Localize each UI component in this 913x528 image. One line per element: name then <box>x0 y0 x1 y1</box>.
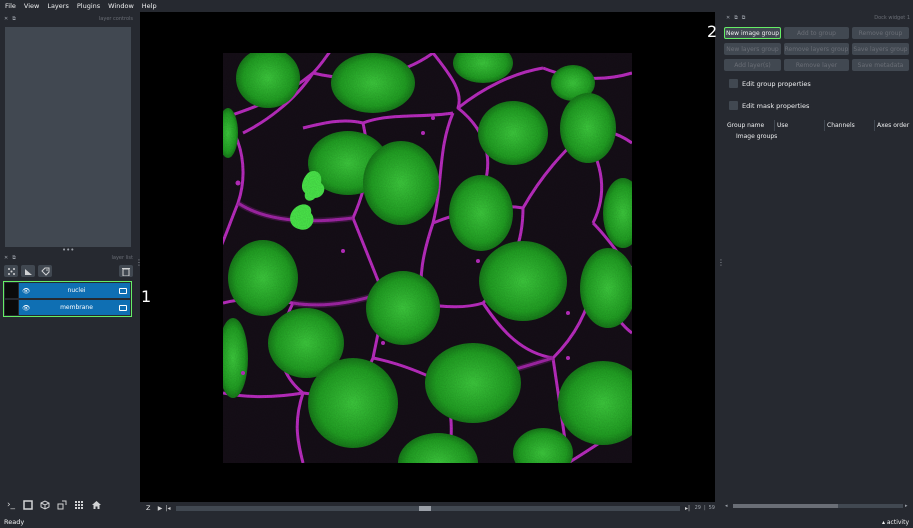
viewer-canvas[interactable] <box>140 12 715 502</box>
annotation-number-2: 2 <box>707 22 718 41</box>
eye-icon[interactable]: 👁 <box>22 304 34 312</box>
column-header-channels[interactable]: Channels <box>825 120 875 131</box>
scroll-left-icon[interactable]: ◂ <box>725 503 731 509</box>
layer-thumbnail <box>5 283 19 298</box>
edit-group-properties-label: Edit group properties <box>742 79 811 88</box>
scroll-right-icon[interactable]: ▸ <box>905 503 911 509</box>
annotation-number-1: 1 <box>141 287 152 306</box>
close-icon[interactable]: ✕ <box>4 255 8 261</box>
menu-help[interactable]: Help <box>142 2 157 10</box>
save-layers-group-button[interactable]: Save layers group <box>852 43 909 55</box>
image-layer-icon <box>119 304 127 311</box>
table-horizontal-scrollbar[interactable]: ◂ ▸ <box>725 503 911 509</box>
group-table-header: Group name Use Channels Axes order <box>725 120 911 131</box>
activity-button[interactable]: ▴ activity <box>882 519 909 526</box>
layer-list: 👁 nuclei 👁 membrane <box>3 281 132 317</box>
step-forward-button[interactable]: ▸| <box>684 505 692 512</box>
activity-label: activity <box>886 518 909 526</box>
layer-controls-title-bar: ✕ ⧉ layer controls <box>0 14 137 23</box>
new-shapes-layer-button[interactable] <box>21 265 35 277</box>
add-layers-button[interactable]: Add layer(s) <box>724 59 781 71</box>
scrollbar-thumb[interactable] <box>733 504 838 508</box>
save-metadata-button[interactable]: Save metadata <box>852 59 909 71</box>
menu-view[interactable]: View <box>24 2 39 10</box>
right-dock: ✕ ⧉ ⧉ Dock widget 1 New image group Add … <box>723 12 913 516</box>
points-icon <box>7 267 15 275</box>
dims-slider[interactable] <box>176 505 680 511</box>
remove-layer-button[interactable]: Remove layer <box>784 59 849 71</box>
transpose-icon <box>57 500 67 510</box>
layer-controls-title: layer controls <box>98 15 133 22</box>
new-image-group-button[interactable]: New image group <box>724 27 781 39</box>
grid-icon <box>75 501 83 509</box>
layer-list-title-bar: ✕ ⧉ layer list <box>0 253 137 262</box>
step-back-button[interactable]: |◂ <box>164 505 172 512</box>
new-layers-group-button[interactable]: New layers group <box>724 43 781 55</box>
float-icon[interactable]: ⧉ <box>734 15 738 21</box>
menu-bar: File View Layers Plugins Window Help <box>0 0 913 12</box>
console-button[interactable]: ›_ <box>4 498 18 512</box>
image-groups-root-item[interactable]: Image groups <box>736 133 777 140</box>
square-icon <box>23 500 33 510</box>
close-icon[interactable]: ✕ <box>4 16 8 22</box>
layer-buttons <box>4 264 133 278</box>
column-header-axes-order[interactable]: Axes order <box>875 120 911 131</box>
image-layer-icon <box>119 287 127 294</box>
shapes-icon <box>24 268 32 275</box>
remove-layers-group-button[interactable]: Remove layers group <box>784 43 849 55</box>
close-icon[interactable]: ✕ <box>726 15 730 21</box>
checkbox[interactable] <box>729 79 738 88</box>
tag-icon <box>40 267 49 276</box>
trash-icon <box>122 267 130 276</box>
float-icon[interactable]: ⧉ <box>12 255 16 261</box>
menu-layers[interactable]: Layers <box>47 2 69 10</box>
menu-file[interactable]: File <box>5 2 16 10</box>
dims-slider-bar: Z ▶ |◂ ▸| 29 | 59 <box>140 503 715 513</box>
dock-widget-title-bar: ✕ ⧉ ⧉ Dock widget 1 <box>726 14 910 22</box>
microscopy-image <box>223 53 632 463</box>
layer-row-nuclei[interactable]: 👁 nuclei <box>5 283 130 298</box>
left-dock: ✕ ⧉ layer controls ••• ✕ ⧉ layer list 👁 … <box>0 12 137 516</box>
console-icon: ›_ <box>6 500 16 510</box>
roll-dims-button[interactable] <box>38 498 52 512</box>
dims-total: 59 <box>708 505 715 511</box>
home-button[interactable] <box>89 498 103 512</box>
play-button[interactable]: ▶ <box>156 505 164 512</box>
status-bar: Ready ▴ activity <box>0 516 913 528</box>
edit-mask-properties-toggle[interactable]: Edit mask properties <box>729 101 809 110</box>
dock-widget-title: Dock widget 1 <box>874 15 910 21</box>
layer-row-membrane[interactable]: 👁 membrane <box>5 300 130 315</box>
add-to-group-button[interactable]: Add to group <box>784 27 849 39</box>
grid-button[interactable] <box>72 498 86 512</box>
new-points-layer-button[interactable] <box>4 265 18 277</box>
edit-mask-properties-label: Edit mask properties <box>742 101 810 110</box>
layer-name: nuclei <box>67 287 86 294</box>
edit-group-properties-toggle[interactable]: Edit group properties <box>729 79 811 88</box>
remove-group-button[interactable]: Remove group <box>852 27 909 39</box>
cube-icon <box>40 500 50 510</box>
layer-thumbnail <box>5 300 19 315</box>
float-icon[interactable]: ⧉ <box>12 16 16 22</box>
column-header-use[interactable]: Use <box>775 120 825 131</box>
checkbox[interactable] <box>729 101 738 110</box>
column-header-group-name[interactable]: Group name <box>725 120 775 131</box>
menu-plugins[interactable]: Plugins <box>77 2 100 10</box>
new-labels-layer-button[interactable] <box>38 265 52 277</box>
dims-current-index[interactable]: 29 <box>695 505 701 511</box>
eye-icon[interactable]: 👁 <box>22 287 34 295</box>
menu-window[interactable]: Window <box>108 2 134 10</box>
dims-separator: | <box>703 505 706 511</box>
dims-slider-handle[interactable] <box>419 505 431 511</box>
ndisplay-button[interactable] <box>21 498 35 512</box>
hide-icon[interactable]: ⧉ <box>742 15 746 21</box>
layer-name: membrane <box>60 304 93 311</box>
viewer-buttons: ›_ <box>4 498 106 512</box>
delete-layer-button[interactable] <box>119 265 133 277</box>
layer-list-title: layer list <box>111 254 133 261</box>
layer-controls-panel <box>5 27 131 247</box>
dims-axis-label: Z <box>146 504 151 512</box>
status-text: Ready <box>4 518 25 526</box>
transpose-button[interactable] <box>55 498 69 512</box>
home-icon <box>91 501 101 509</box>
